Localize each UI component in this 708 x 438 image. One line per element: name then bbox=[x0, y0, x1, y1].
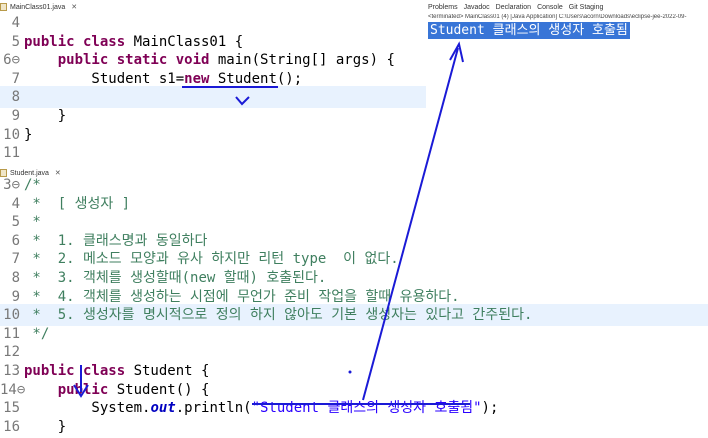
code-token: Student() { bbox=[116, 381, 210, 398]
code-token: */ bbox=[24, 325, 50, 342]
code-token: public static void bbox=[57, 52, 218, 69]
arrow-to-console-head bbox=[449, 41, 464, 63]
console-tab-javadoc[interactable]: Javadoc bbox=[464, 4, 490, 11]
code-token: "Student 클래스의 생성자 호출됨" bbox=[251, 400, 482, 417]
code-token: * 2. 메소드 모양과 유사 하지만 리턴 type 이 없다. bbox=[24, 251, 399, 268]
code-token: } bbox=[24, 108, 67, 124]
code-token: * 3. 객체를 생성할때(new 할때) 호출된다. bbox=[24, 270, 327, 286]
code-token: System. bbox=[24, 400, 151, 417]
top-editor[interactable]: 4 5 public class MainClass01 {6⊖ public st… bbox=[0, 12, 426, 162]
code-token: Student s1= bbox=[24, 70, 185, 87]
console-tab-git-staging[interactable]: Git Staging bbox=[569, 4, 604, 11]
code-token: Student { bbox=[133, 363, 210, 379]
console-tab-bar: Problems Javadoc Declaration Console Git Sta… bbox=[428, 0, 708, 14]
code-token: public class bbox=[24, 33, 134, 50]
code-text: } bbox=[24, 434, 32, 438]
code-line[interactable]: 11 bbox=[0, 142, 426, 162]
code-token: out bbox=[150, 400, 176, 417]
java-file-icon bbox=[0, 3, 7, 11]
code-token: main(String[] args) { bbox=[217, 52, 395, 69]
code-token: ); bbox=[481, 400, 499, 417]
console-tab-problems[interactable]: Problems bbox=[428, 4, 458, 11]
code-token: .println( bbox=[175, 400, 252, 417]
code-line[interactable]: 17} bbox=[0, 434, 708, 438]
code-token: MainClass01 { bbox=[133, 33, 244, 50]
code-token: * 1. 클래스명과 동일하다 bbox=[24, 232, 208, 249]
code-token: * [ 생성자 ] bbox=[24, 195, 131, 212]
code-token: * bbox=[24, 214, 41, 231]
line-number: 11 bbox=[3, 145, 20, 162]
console-tab-console[interactable]: Console bbox=[537, 4, 563, 11]
code-token: } bbox=[24, 126, 33, 143]
code-token: public bbox=[57, 381, 117, 398]
console-output[interactable]: Student 클래스의 생성자 호출됨 bbox=[428, 22, 630, 39]
close-icon[interactable]: ✕ bbox=[71, 3, 77, 11]
code-token: } bbox=[24, 418, 67, 435]
code-token: * 5. 생성자를 명시적으로 정의 하지 않아도 기본 생성자는 있다고 간주… bbox=[24, 307, 533, 324]
code-token: new bbox=[184, 70, 218, 87]
code-token: Student(); bbox=[217, 70, 303, 87]
tab-label: MainClass01.java bbox=[10, 3, 66, 11]
code-token: * 4. 객체를 생성하는 시점에 무언가 준비 작업을 할때 유용하다. bbox=[24, 288, 460, 305]
console-tab-declaration[interactable]: Declaration bbox=[496, 4, 531, 11]
line-number: 17 bbox=[0, 434, 20, 438]
bottom-editor[interactable]: 3⊖/* 4 * [ 생성자 ] 5 * 6 * 1. 클래스명과 동일하다 7 * 2… bbox=[0, 174, 708, 438]
code-token: /* bbox=[24, 177, 41, 193]
code-token: public class bbox=[24, 363, 134, 379]
